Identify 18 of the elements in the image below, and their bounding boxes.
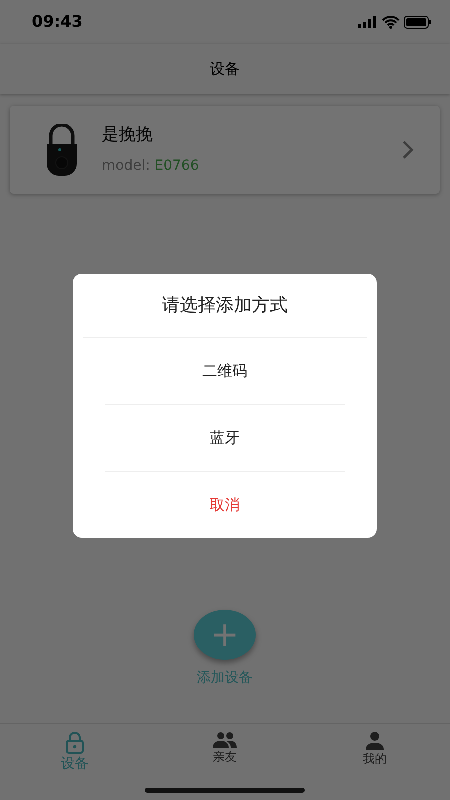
device-name: 是挽挽 — [102, 124, 154, 147]
add-device-label: 添加设备 — [197, 669, 253, 688]
tab-item[interactable]: 我的 — [300, 732, 450, 768]
tab-item[interactable]: 亲友 — [150, 732, 300, 766]
battery-icon — [404, 16, 432, 28]
lock-icon — [65, 732, 85, 754]
dialog-title: 请选择添加方式 — [83, 274, 367, 338]
wifi-icon — [382, 16, 400, 28]
padlock-icon — [46, 124, 78, 176]
status-time: 09:43 — [32, 11, 83, 33]
people-icon — [213, 732, 237, 748]
page-title: 设备 — [210, 58, 240, 80]
chevron-right-icon — [402, 140, 414, 160]
option-button[interactable]: 蓝牙 — [190, 420, 260, 456]
cancel-button[interactable]: 取消 — [190, 488, 260, 522]
option-button[interactable]: 二维码 — [182, 354, 268, 388]
signal-icon — [358, 16, 378, 28]
person-icon — [365, 732, 385, 750]
